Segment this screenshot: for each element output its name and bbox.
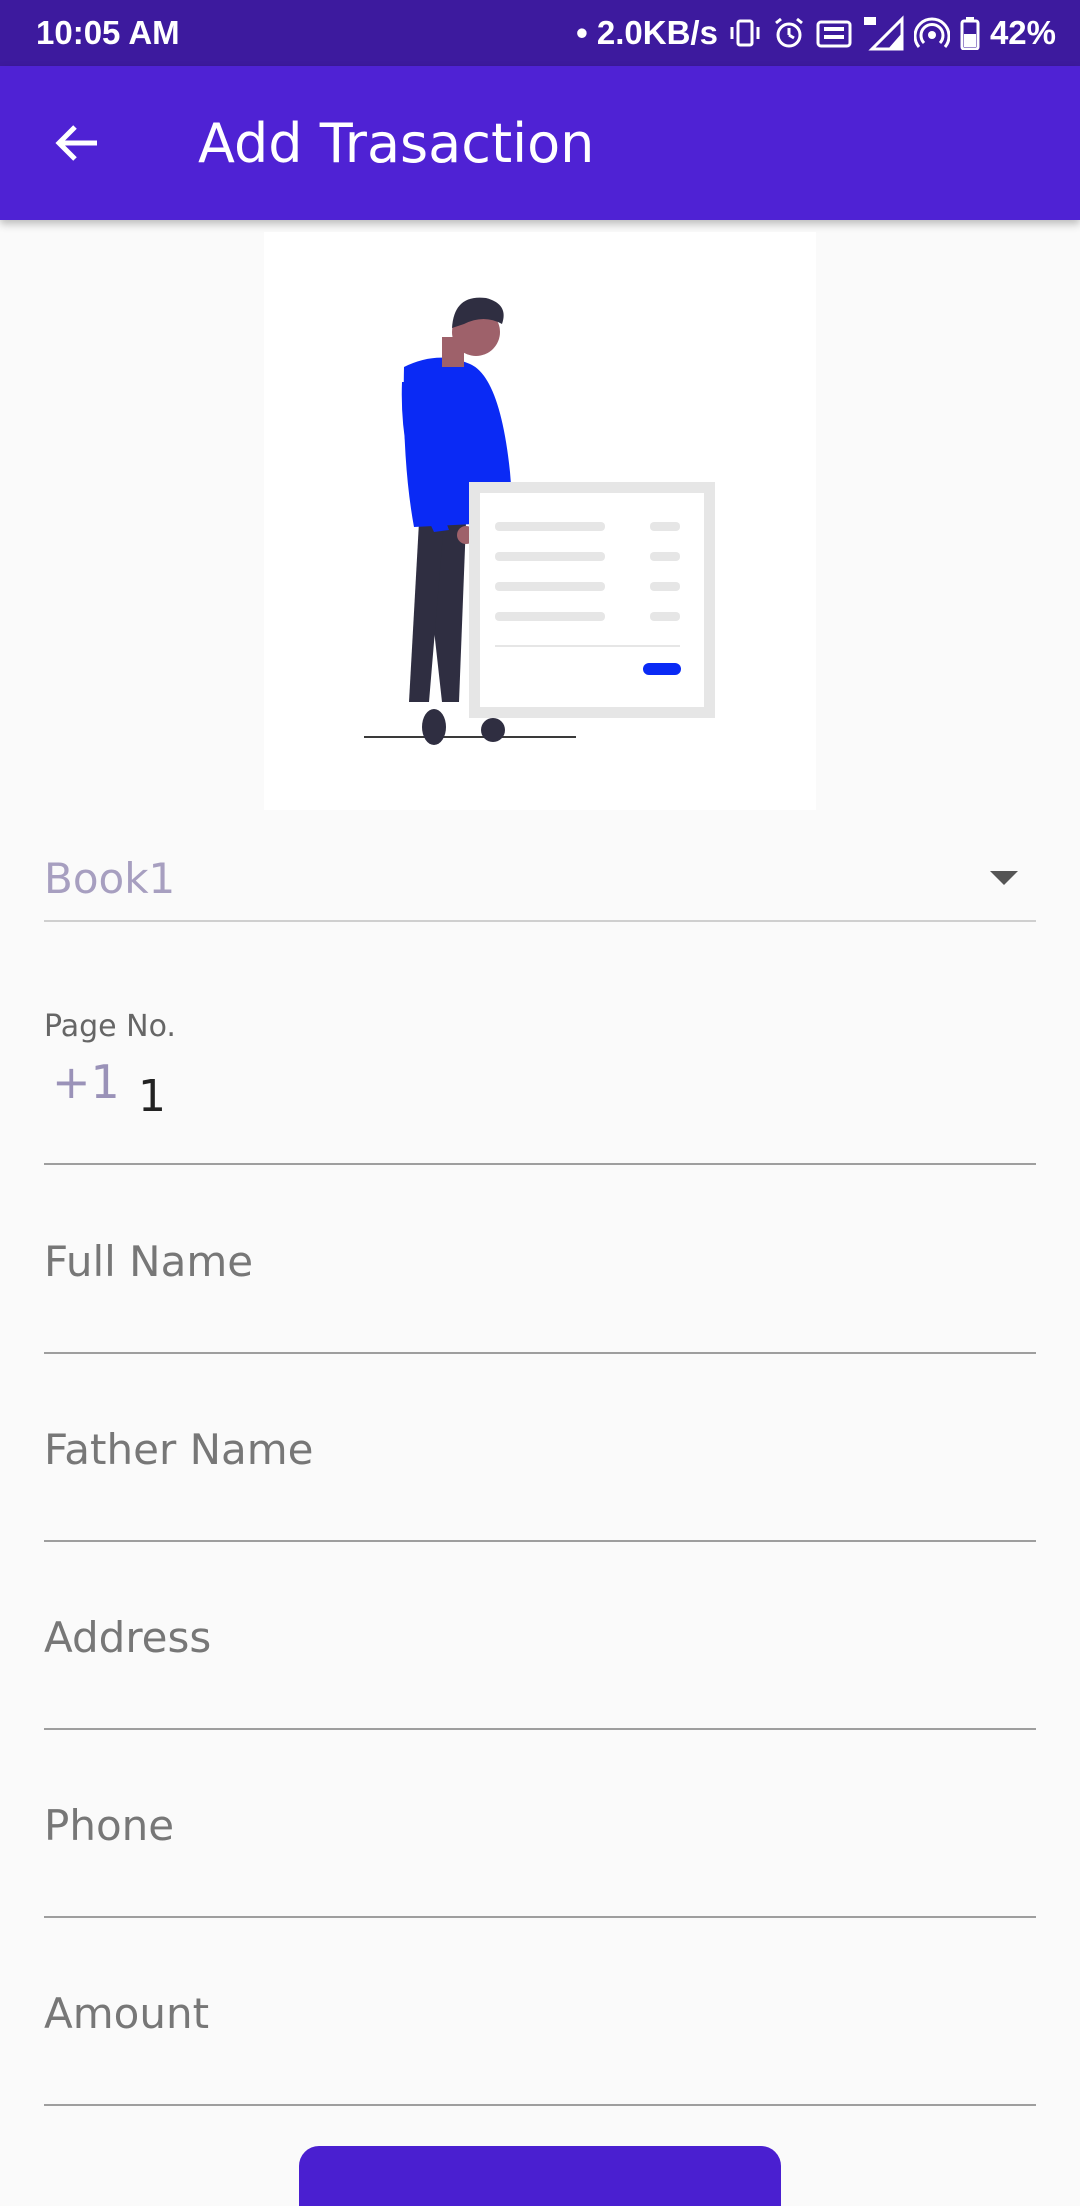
transaction-illustration	[264, 232, 816, 810]
father-name-field[interactable]: Father Name	[44, 1354, 1036, 1542]
book-select-value: Book1	[44, 853, 176, 903]
vibrate-icon	[728, 13, 762, 53]
status-icons: • 2.0KB/s 42%	[576, 13, 1056, 53]
amount-field[interactable]: Amount	[44, 1918, 1036, 2106]
page-no-field[interactable]: Page No. +1 1	[44, 1009, 1036, 1165]
status-time: 10:05 AM	[36, 14, 180, 51]
battery-icon	[960, 13, 980, 53]
status-bar: 10:05 AM • 2.0KB/s 42%	[0, 0, 1080, 66]
phone-field[interactable]: Phone	[44, 1730, 1036, 1918]
caret-down-icon	[990, 871, 1018, 885]
page-no-value: 1	[138, 1071, 166, 1122]
address-field[interactable]: Address	[44, 1542, 1036, 1730]
volte-icon	[816, 13, 852, 53]
page-no-prefix: +1	[52, 1055, 120, 1109]
signal-4g-icon	[862, 13, 904, 53]
full-name-field[interactable]: Full Name	[44, 1166, 1036, 1354]
book-select[interactable]: Book1	[44, 836, 1036, 922]
father-name-placeholder: Father Name	[44, 1425, 314, 1474]
app-bar: Add Trasaction	[0, 66, 1080, 220]
full-name-placeholder: Full Name	[44, 1237, 254, 1286]
alarm-icon	[772, 13, 806, 53]
battery-percent: 42%	[989, 14, 1056, 51]
network-speed: • 2.0KB/s	[576, 14, 718, 51]
phone-placeholder: Phone	[44, 1801, 175, 1850]
arrow-left-icon	[55, 125, 97, 161]
address-placeholder: Address	[44, 1613, 212, 1662]
back-button[interactable]	[22, 88, 132, 198]
page-no-label: Page No.	[44, 1009, 176, 1044]
submit-button[interactable]	[299, 2146, 781, 2206]
amount-placeholder: Amount	[44, 1989, 210, 2038]
hotspot-icon	[913, 13, 950, 53]
page-title: Add Trasaction	[198, 111, 595, 175]
